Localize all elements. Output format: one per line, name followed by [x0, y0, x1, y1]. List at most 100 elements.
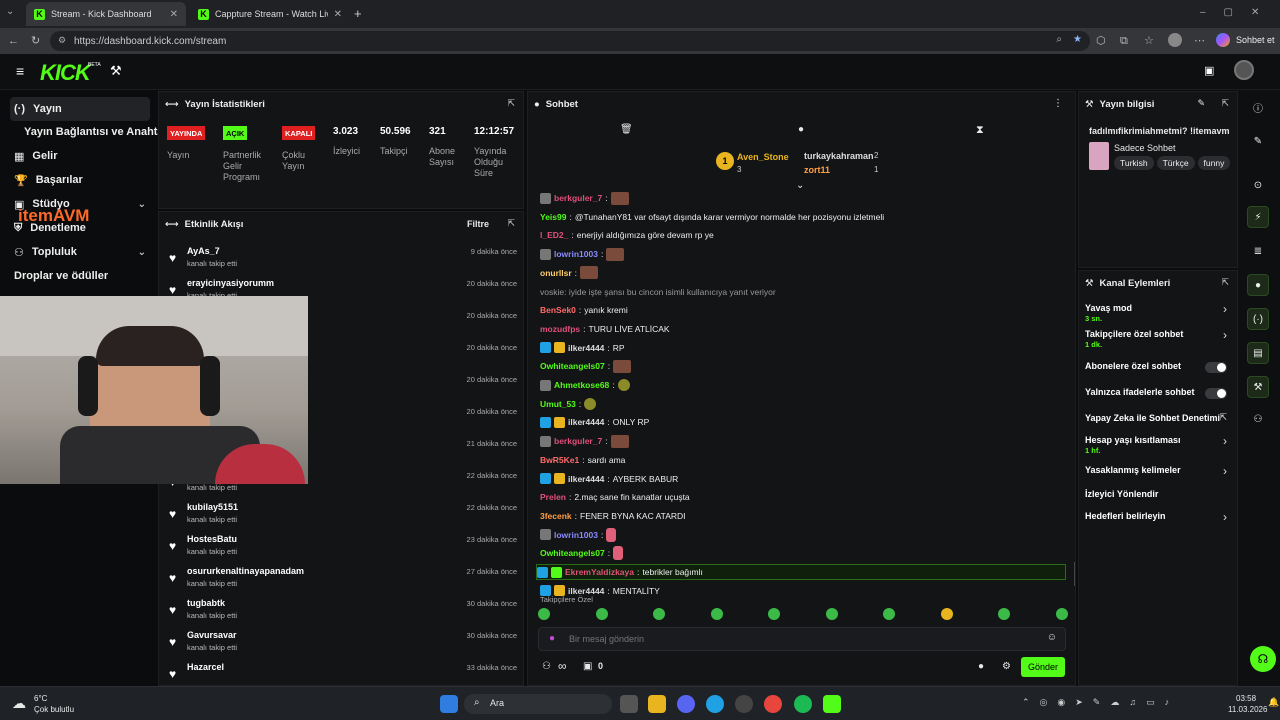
windows-start-icon[interactable] — [440, 695, 458, 713]
sidebar-item-yayin[interactable]: (·) Yayın — [10, 97, 150, 121]
activity-username[interactable]: erayicinyasiyorumm — [187, 278, 274, 288]
sidebar-item-basarilar[interactable]: 🏆 Başarılar — [10, 168, 150, 192]
filter-button[interactable]: Filtre — [467, 219, 489, 229]
channel-action-row[interactable]: Takipçilere özel sohbet 1 dk. — [1085, 329, 1235, 349]
chat-username[interactable]: ilker4444 — [568, 474, 604, 484]
chevron-right-icon[interactable]: › — [1223, 510, 1227, 524]
trash-icon[interactable]: 🗑 — [620, 124, 633, 135]
chevron-right-icon[interactable]: › — [1223, 464, 1227, 478]
copilot-label[interactable]: Sohbet et — [1236, 35, 1275, 45]
chat-icon[interactable]: ● — [1247, 274, 1269, 296]
activity-username[interactable]: HostesBatu — [187, 534, 237, 544]
target-icon[interactable]: ⊙ — [1247, 174, 1269, 196]
chrome-icon[interactable] — [764, 695, 782, 713]
activity-username[interactable]: osururkenaltinayapanadam — [187, 566, 304, 576]
toggle-switch[interactable] — [1205, 362, 1227, 373]
sidebar-item-topluluk[interactable]: ⚇ Topluluk ⌄ — [10, 240, 150, 264]
menu-dots-icon[interactable]: ⋯ — [1194, 34, 1205, 48]
gear-icon[interactable]: ⚙ — [1002, 661, 1011, 672]
emote-icon[interactable] — [538, 608, 550, 620]
emoji-icon[interactable]: ☺ — [1047, 632, 1057, 643]
chat-username[interactable]: lowrin1003 — [554, 530, 598, 540]
chat-username[interactable]: 3fecenk — [540, 511, 572, 521]
tag-chip[interactable]: funny — [1197, 156, 1231, 170]
more-options-icon[interactable]: ⋮ — [1053, 98, 1063, 109]
emote-icon[interactable] — [825, 608, 838, 620]
user-avatar[interactable] — [1234, 60, 1254, 80]
hamburger-icon[interactable]: ≡ — [16, 63, 24, 79]
expand-icon[interactable]: ⇱ — [507, 98, 515, 109]
tab-list-icon[interactable]: ⌄ — [6, 6, 14, 17]
send-button[interactable]: Gönder — [1021, 657, 1065, 677]
chevron-right-icon[interactable]: › — [1223, 434, 1227, 448]
chat-username[interactable]: berkguler_7 — [554, 193, 602, 203]
chat-bubble-icon[interactable]: ● — [978, 661, 984, 672]
mic-icon[interactable]: ● — [549, 633, 555, 644]
emote-icon[interactable] — [1055, 608, 1068, 620]
chat-username[interactable]: Prelen — [540, 492, 566, 502]
edge-icon[interactable] — [706, 695, 724, 713]
new-tab-icon[interactable]: + — [354, 6, 362, 21]
channel-action-row[interactable]: Yasaklanmış kelimeler — [1085, 465, 1235, 475]
chevron-right-icon[interactable]: › — [1223, 328, 1227, 342]
notification-icon[interactable]: 🔔 — [1268, 697, 1279, 708]
emote-icon[interactable] — [595, 608, 608, 620]
favorites-icon[interactable]: ☆ — [1144, 34, 1154, 48]
chat-icon[interactable]: ● — [798, 124, 804, 135]
channel-action-row[interactable]: Hesap yaşı kısıtlaması 1 hf. — [1085, 435, 1235, 455]
leader-name[interactable]: Aven_Stone — [737, 152, 789, 162]
emote-icon[interactable] — [883, 608, 896, 620]
kick-logo[interactable]: KICK — [40, 60, 91, 86]
emote-icon[interactable] — [940, 608, 953, 620]
broadcast-icon[interactable]: (·) — [1247, 308, 1269, 330]
chat-username[interactable]: Owhiteangels07 — [540, 548, 605, 558]
activity-username[interactable]: Gavursavar — [187, 630, 237, 640]
channel-action-row[interactable]: Hedefleri belirleyin — [1085, 511, 1235, 521]
site-info-icon[interactable]: ⚙ — [58, 35, 66, 46]
chat-username[interactable]: lowrin1003 — [554, 249, 598, 259]
back-icon[interactable]: ← — [8, 34, 19, 48]
community-icon[interactable]: ⚇ — [542, 661, 551, 672]
weather-icon[interactable]: ☁ — [12, 695, 26, 712]
activity-username[interactable]: kubilay5151 — [187, 502, 238, 512]
hourglass-icon[interactable]: ⧗ — [976, 124, 984, 137]
reload-icon[interactable]: ↻ — [31, 34, 40, 48]
copilot-icon[interactable] — [1216, 33, 1230, 47]
expand-icon[interactable]: ⇱ — [1221, 277, 1229, 288]
tag-chip[interactable]: Turkish — [1114, 156, 1154, 170]
gift-icon[interactable]: ▣ — [583, 661, 592, 672]
spotify-icon[interactable] — [794, 695, 812, 713]
sidebar-item-droplar[interactable]: Droplar ve ödüller — [10, 264, 150, 288]
split-icon[interactable]: ⧉ — [1120, 34, 1128, 48]
chat-username[interactable]: BenSek0 — [540, 305, 576, 315]
leader-name[interactable]: zort11 — [804, 165, 830, 175]
chat-scrollbar[interactable] — [1074, 562, 1075, 586]
obs-icon[interactable] — [735, 695, 753, 713]
channel-action-row[interactable]: Yapay Zeka ile Sohbet Denetimi — [1085, 413, 1235, 423]
chat-username[interactable]: Owhiteangels07 — [540, 361, 605, 371]
chat-username[interactable]: l_ED2_ — [540, 230, 568, 240]
chat-input-box[interactable]: ● ☺ — [538, 627, 1066, 651]
chat-input[interactable] — [569, 632, 1029, 646]
address-bar[interactable]: ⚙ https://dashboard.kick.com/stream ⌕ ★ — [50, 31, 1090, 51]
profile-avatar[interactable] — [1168, 33, 1182, 47]
chat-username[interactable]: EkremYaldizkaya — [565, 567, 634, 577]
chat-username[interactable]: onurllsr — [540, 268, 572, 278]
channel-action-row[interactable]: İzleyici Yönlendir — [1085, 489, 1235, 499]
toggle-switch[interactable] — [1205, 388, 1227, 399]
category-name[interactable]: Sadece Sohbet — [1114, 143, 1176, 153]
chat-username[interactable]: ilker4444 — [568, 417, 604, 427]
tab-kick-dashboard[interactable]: K Stream - Kick Dashboard ✕ — [26, 2, 186, 26]
leader-name[interactable]: turkaykahraman — [804, 151, 874, 161]
chat-username[interactable]: Ahmetkose68 — [554, 380, 609, 390]
chat-username[interactable]: mozudfps — [540, 324, 580, 334]
tray-icons[interactable]: ⌃◎◉➤✎☁♫▭♪ — [1022, 697, 1179, 708]
community-icon[interactable]: ⚇ — [1247, 408, 1269, 430]
chat-username[interactable]: Umut_53 — [540, 399, 576, 409]
emote-icon[interactable] — [653, 608, 666, 620]
tab-cappture-stream[interactable]: K Cappture Stream - Watch Live on K ✕ — [190, 2, 350, 26]
close-icon[interactable]: ✕ — [334, 9, 342, 20]
kick-app-icon[interactable] — [823, 695, 841, 713]
expand-icon[interactable]: ⇱ — [507, 218, 515, 229]
edit-icon[interactable]: ✎ — [1197, 98, 1205, 109]
